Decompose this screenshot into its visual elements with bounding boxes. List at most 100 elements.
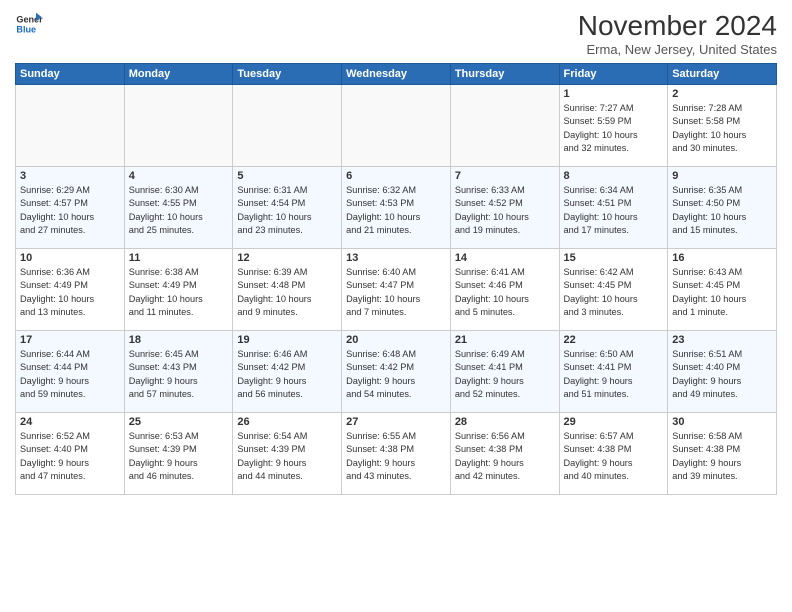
header-saturday: Saturday (668, 64, 777, 85)
day-number: 21 (455, 334, 555, 346)
day-number: 7 (455, 170, 555, 182)
title-block: November 2024 Erma, New Jersey, United S… (578, 10, 777, 57)
calendar-cell: 18Sunrise: 6:45 AMSunset: 4:43 PMDayligh… (124, 331, 233, 413)
calendar-cell: 12 Sunrise: 6:39 AMSunset: 4:48 PMDayligh… (233, 249, 342, 331)
calendar-cell (450, 85, 559, 167)
day-info: Sunrise: 6:46 AMSunset: 4:42 PMDaylight:… (237, 348, 337, 401)
logo: General Blue (15, 10, 43, 38)
day-info: Sunrise: 6:54 AMSunset: 4:39 PMDaylight:… (237, 430, 337, 483)
page: General Blue November 2024 Erma, New Jer… (0, 0, 792, 612)
calendar-cell: 28 Sunrise: 6:56 AMSunset: 4:38 PMDayligh… (450, 413, 559, 495)
day-number: 30 (672, 416, 772, 428)
calendar-cell: 26 Sunrise: 6:54 AMSunset: 4:39 PMDayligh… (233, 413, 342, 495)
day-number: 2 (672, 88, 772, 100)
calendar-cell (342, 85, 451, 167)
day-info: Sunrise: 6:29 AMSunset: 4:57 PMDaylight:… (20, 184, 120, 237)
day-number: 13 (346, 252, 446, 264)
calendar-week-4: 24 Sunrise: 6:52 AMSunset: 4:40 PMDayligh… (16, 413, 777, 495)
day-info: Sunrise: 7:27 AMSunset: 5:59 PMDaylight:… (564, 102, 664, 155)
day-number: 5 (237, 170, 337, 182)
day-number: 11 (129, 252, 229, 264)
logo-icon: General Blue (15, 10, 43, 38)
day-info: Sunrise: 6:52 AMSunset: 4:40 PMDaylight:… (20, 430, 120, 483)
day-number: 4 (129, 170, 229, 182)
calendar-cell: 22Sunrise: 6:50 AMSunset: 4:41 PMDayligh… (559, 331, 668, 413)
header-wednesday: Wednesday (342, 64, 451, 85)
header-friday: Friday (559, 64, 668, 85)
calendar-cell: 23 Sunrise: 6:51 AMSunset: 4:40 PMDayligh… (668, 331, 777, 413)
header-tuesday: Tuesday (233, 64, 342, 85)
day-number: 18 (129, 334, 229, 346)
day-number: 29 (564, 416, 664, 428)
calendar-cell: 6Sunrise: 6:32 AMSunset: 4:53 PMDaylight… (342, 167, 451, 249)
day-number: 19 (237, 334, 337, 346)
calendar-cell (16, 85, 125, 167)
day-info: Sunrise: 6:49 AMSunset: 4:41 PMDaylight:… (455, 348, 555, 401)
day-info: Sunrise: 6:42 AMSunset: 4:45 PMDaylight:… (564, 266, 664, 319)
day-info: Sunrise: 6:39 AMSunset: 4:48 PMDaylight:… (237, 266, 337, 319)
header: General Blue November 2024 Erma, New Jer… (15, 10, 777, 57)
day-info: Sunrise: 6:33 AMSunset: 4:52 PMDaylight:… (455, 184, 555, 237)
calendar-cell: 14Sunrise: 6:41 AMSunset: 4:46 PMDayligh… (450, 249, 559, 331)
day-info: Sunrise: 6:58 AMSunset: 4:38 PMDaylight:… (672, 430, 772, 483)
day-number: 24 (20, 416, 120, 428)
day-number: 26 (237, 416, 337, 428)
day-number: 27 (346, 416, 446, 428)
day-number: 10 (20, 252, 120, 264)
calendar-week-0: 1 Sunrise: 7:27 AMSunset: 5:59 PMDaylight… (16, 85, 777, 167)
day-info: Sunrise: 6:31 AMSunset: 4:54 PMDaylight:… (237, 184, 337, 237)
calendar: Sunday Monday Tuesday Wednesday Thursday… (15, 63, 777, 495)
day-info: Sunrise: 6:57 AMSunset: 4:38 PMDaylight:… (564, 430, 664, 483)
day-number: 20 (346, 334, 446, 346)
day-number: 16 (672, 252, 772, 264)
day-number: 28 (455, 416, 555, 428)
day-info: Sunrise: 6:36 AMSunset: 4:49 PMDaylight:… (20, 266, 120, 319)
day-number: 25 (129, 416, 229, 428)
calendar-cell: 19 Sunrise: 6:46 AMSunset: 4:42 PMDayligh… (233, 331, 342, 413)
calendar-cell: 16 Sunrise: 6:43 AMSunset: 4:45 PMDayligh… (668, 249, 777, 331)
calendar-cell: 17 Sunrise: 6:44 AMSunset: 4:44 PMDayligh… (16, 331, 125, 413)
day-info: Sunrise: 6:48 AMSunset: 4:42 PMDaylight:… (346, 348, 446, 401)
calendar-week-3: 17 Sunrise: 6:44 AMSunset: 4:44 PMDayligh… (16, 331, 777, 413)
day-number: 1 (564, 88, 664, 100)
calendar-cell: 20 Sunrise: 6:48 AMSunset: 4:42 PMDayligh… (342, 331, 451, 413)
calendar-cell: 7 Sunrise: 6:33 AMSunset: 4:52 PMDaylight… (450, 167, 559, 249)
day-number: 9 (672, 170, 772, 182)
calendar-cell: 9Sunrise: 6:35 AMSunset: 4:50 PMDaylight… (668, 167, 777, 249)
calendar-cell: 25 Sunrise: 6:53 AMSunset: 4:39 PMDayligh… (124, 413, 233, 495)
header-monday: Monday (124, 64, 233, 85)
day-number: 14 (455, 252, 555, 264)
calendar-cell: 3 Sunrise: 6:29 AMSunset: 4:57 PMDaylight… (16, 167, 125, 249)
calendar-cell: 10 Sunrise: 6:36 AMSunset: 4:49 PMDayligh… (16, 249, 125, 331)
calendar-cell: 27 Sunrise: 6:55 AMSunset: 4:38 PMDayligh… (342, 413, 451, 495)
header-sunday: Sunday (16, 64, 125, 85)
calendar-cell: 15Sunrise: 6:42 AMSunset: 4:45 PMDayligh… (559, 249, 668, 331)
calendar-cell: 24 Sunrise: 6:52 AMSunset: 4:40 PMDayligh… (16, 413, 125, 495)
day-number: 3 (20, 170, 120, 182)
calendar-header-row: Sunday Monday Tuesday Wednesday Thursday… (16, 64, 777, 85)
day-info: Sunrise: 6:53 AMSunset: 4:39 PMDaylight:… (129, 430, 229, 483)
day-number: 22 (564, 334, 664, 346)
day-info: Sunrise: 6:38 AMSunset: 4:49 PMDaylight:… (129, 266, 229, 319)
day-number: 8 (564, 170, 664, 182)
day-number: 17 (20, 334, 120, 346)
day-info: Sunrise: 6:56 AMSunset: 4:38 PMDaylight:… (455, 430, 555, 483)
calendar-cell: 1 Sunrise: 7:27 AMSunset: 5:59 PMDaylight… (559, 85, 668, 167)
svg-text:Blue: Blue (16, 24, 36, 34)
day-info: Sunrise: 6:51 AMSunset: 4:40 PMDaylight:… (672, 348, 772, 401)
day-number: 12 (237, 252, 337, 264)
day-number: 23 (672, 334, 772, 346)
day-number: 6 (346, 170, 446, 182)
location: Erma, New Jersey, United States (578, 42, 777, 57)
calendar-cell: 5 Sunrise: 6:31 AMSunset: 4:54 PMDaylight… (233, 167, 342, 249)
calendar-cell (124, 85, 233, 167)
day-info: Sunrise: 7:28 AMSunset: 5:58 PMDaylight:… (672, 102, 772, 155)
calendar-cell: 30 Sunrise: 6:58 AMSunset: 4:38 PMDayligh… (668, 413, 777, 495)
calendar-cell: 4Sunrise: 6:30 AMSunset: 4:55 PMDaylight… (124, 167, 233, 249)
day-info: Sunrise: 6:55 AMSunset: 4:38 PMDaylight:… (346, 430, 446, 483)
day-info: Sunrise: 6:43 AMSunset: 4:45 PMDaylight:… (672, 266, 772, 319)
calendar-cell (233, 85, 342, 167)
day-info: Sunrise: 6:44 AMSunset: 4:44 PMDaylight:… (20, 348, 120, 401)
calendar-week-2: 10 Sunrise: 6:36 AMSunset: 4:49 PMDayligh… (16, 249, 777, 331)
calendar-cell: 29 Sunrise: 6:57 AMSunset: 4:38 PMDayligh… (559, 413, 668, 495)
